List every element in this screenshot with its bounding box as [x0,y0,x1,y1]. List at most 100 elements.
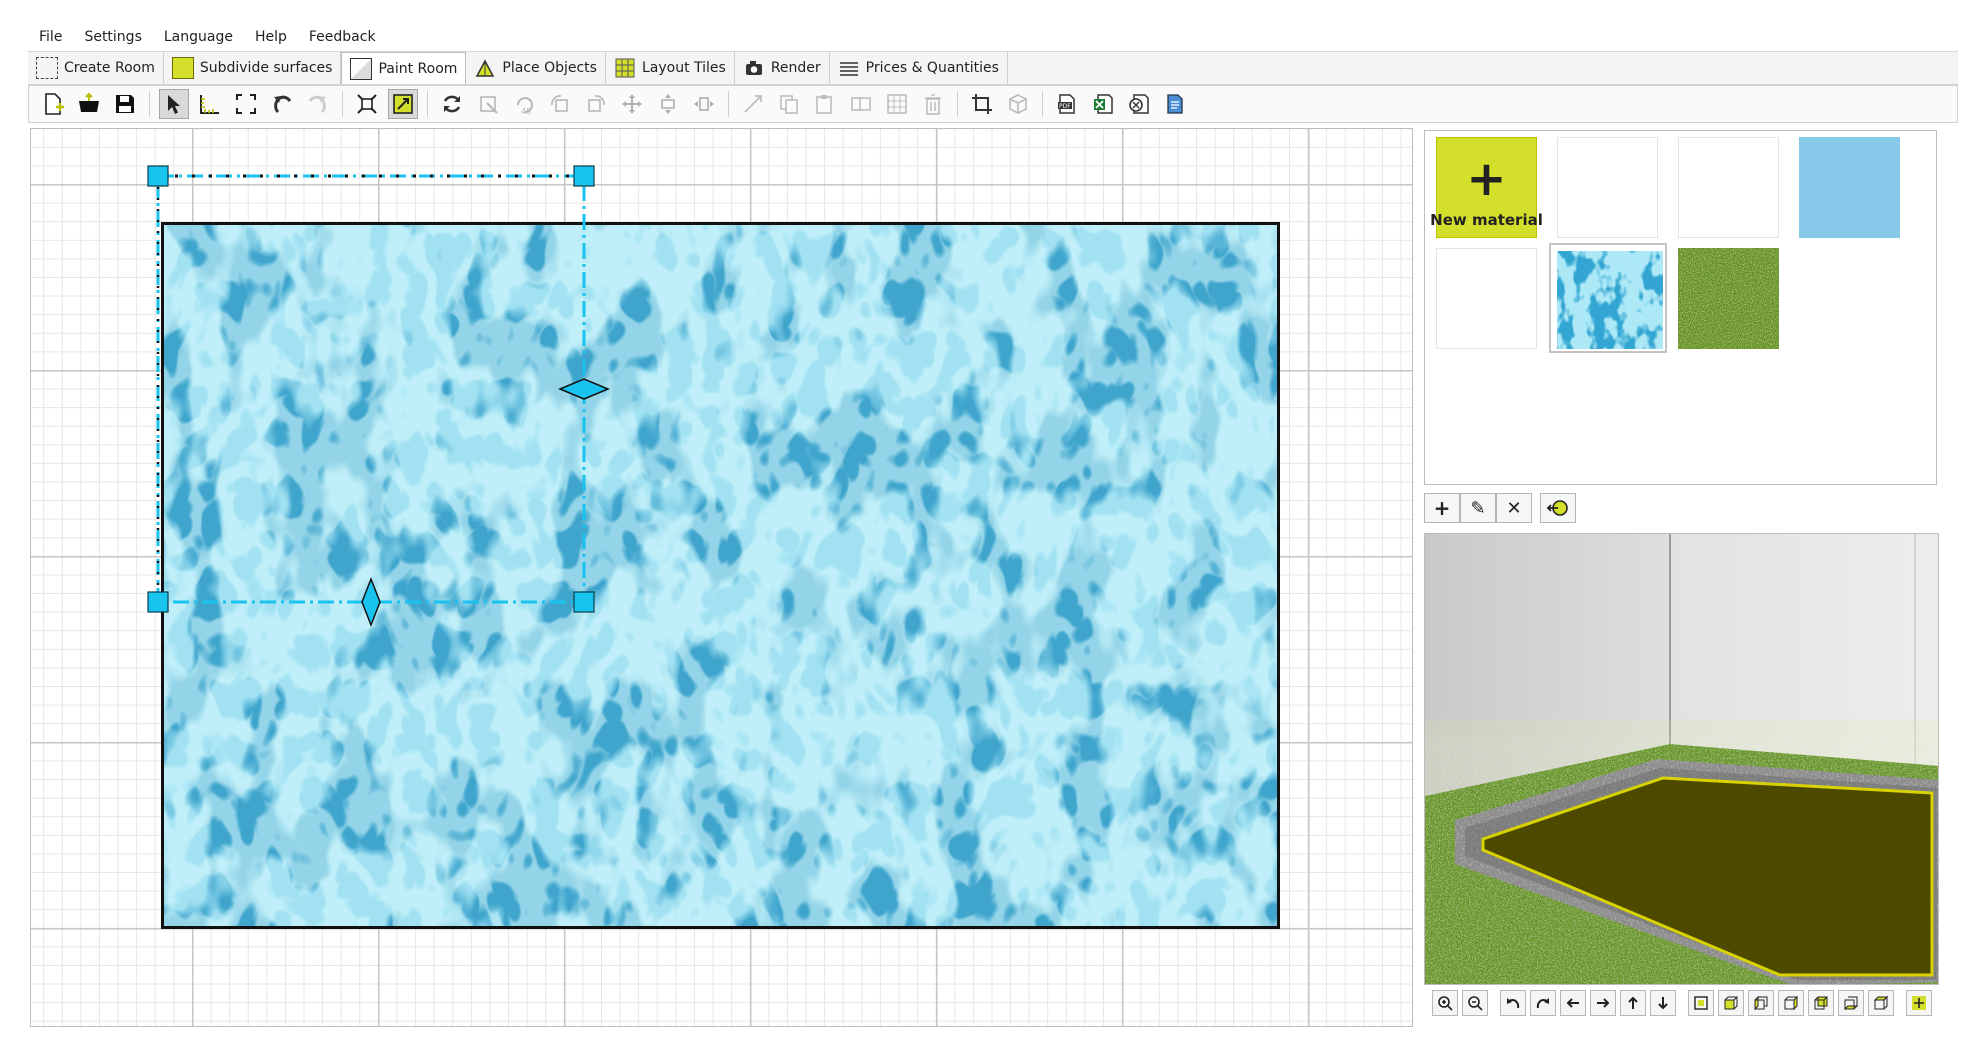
toolbar-separator [1042,91,1043,117]
cube-front-icon [1724,996,1738,1010]
move-button[interactable] [617,89,647,119]
save-icon [116,95,134,113]
view-left-button[interactable] [1748,990,1774,1016]
pointer-icon [168,95,180,114]
export-3d-button[interactable] [1124,89,1154,119]
3d-preview[interactable] [1424,533,1939,985]
duplicate-button[interactable] [846,89,876,119]
orbit-left-button[interactable] [1500,990,1526,1016]
menu-language[interactable]: Language [153,29,244,45]
view-top-icon [1694,996,1708,1010]
menu-file[interactable]: File [28,29,73,45]
subdivide-icon [171,57,194,79]
measure-tool-button[interactable] [195,89,225,119]
pan-down-button[interactable] [1650,990,1676,1016]
cube-left-icon [1754,995,1768,1011]
pan-up-button[interactable] [1620,990,1646,1016]
reset-view-button[interactable] [1906,990,1932,1016]
grid-button[interactable] [882,89,912,119]
tab-place-objects[interactable]: Place Objects [466,52,606,84]
move-vertical-button[interactable] [653,89,683,119]
refresh-button[interactable] [437,89,467,119]
pan-right-button[interactable] [1590,990,1616,1016]
tab-paint-room[interactable]: Paint Room [341,52,467,84]
document-icon [1167,94,1183,114]
pan-left-button[interactable] [1560,990,1586,1016]
rotate-right-button[interactable] [581,89,611,119]
view-back-button[interactable] [1808,990,1834,1016]
materials-panel: + New material [1424,130,1937,485]
tab-render[interactable]: Render [735,52,830,84]
view-front-button[interactable] [1718,990,1744,1016]
material-swatch-white-1[interactable] [1557,137,1658,238]
select-tool-button[interactable] [159,89,189,119]
undo-button[interactable] [267,89,297,119]
view-bottom-button[interactable] [1838,990,1864,1016]
svg-text:PDF: PDF [1059,103,1071,110]
new-material-label: New material [1430,211,1543,229]
material-swatch-grass[interactable] [1678,248,1779,349]
zoom-extent-button[interactable] [388,89,418,119]
delete-button[interactable] [918,89,948,119]
delete-material-button[interactable]: ✕ [1496,493,1532,523]
transform-button[interactable] [473,89,503,119]
floor-plan-canvas[interactable] [30,128,1413,1027]
open-file-button[interactable] [74,89,104,119]
view-top-button[interactable] [1688,990,1714,1016]
export-doc-button[interactable] [1160,89,1190,119]
3d-box-button[interactable] [1003,89,1033,119]
export-pdf-button[interactable]: PDF [1052,89,1082,119]
paint-room-icon [350,57,373,80]
tab-layout-tiles[interactable]: Layout Tiles [606,52,735,84]
rotate-left-button[interactable] [545,89,575,119]
create-room-icon [36,57,58,79]
new-file-button[interactable] [38,89,68,119]
zoom-out-button[interactable] [1462,990,1488,1016]
zoom-out-icon [1468,996,1483,1011]
new-material-button[interactable]: + New material [1430,137,1543,238]
fit-view-button[interactable] [352,89,382,119]
tab-subdivide-label: Subdivide surfaces [199,60,333,76]
resize-handle-top-right [573,165,595,187]
scale-button[interactable] [738,89,768,119]
plus-icon: + [1466,151,1507,207]
fit-selection-button[interactable] [231,89,261,119]
paste-button[interactable] [810,89,840,119]
crop-button[interactable] [967,89,997,119]
view-right-button[interactable] [1778,990,1804,1016]
zoom-in-icon [1438,996,1453,1011]
tab-create-room[interactable]: Create Room [28,52,164,84]
cube-right-icon [1784,995,1798,1011]
menu-help[interactable]: Help [244,29,298,45]
cube-back-icon [1814,996,1828,1010]
edit-material-button[interactable]: ✎ [1460,493,1496,523]
zoom-in-button[interactable] [1432,990,1458,1016]
toolbar-separator [957,91,958,117]
add-material-button[interactable]: + [1424,493,1460,523]
copy-button[interactable] [774,89,804,119]
rotate-45-button[interactable]: 45 [509,89,539,119]
tab-subdivide-surfaces[interactable]: Subdivide surfaces [164,52,342,84]
open-folder-icon [79,92,99,112]
orbit-right-button[interactable] [1530,990,1556,1016]
menu-feedback[interactable]: Feedback [298,29,387,45]
menu-settings[interactable]: Settings [73,29,152,45]
redo-button[interactable] [303,89,333,119]
material-swatch-light-blue[interactable] [1799,137,1900,238]
svg-text:45: 45 [521,107,531,115]
view-iso-button[interactable] [1868,990,1894,1016]
material-swatch-water[interactable] [1549,243,1667,353]
resize-handle-top-left [147,165,169,187]
move-icon [622,94,642,114]
export-excel-button[interactable] [1088,89,1118,119]
tab-prices-quantities[interactable]: Prices & Quantities [830,52,1008,84]
room-floor-water-texture[interactable] [161,222,1280,929]
excel-icon [1094,94,1113,114]
move-horizontal-icon [694,97,714,111]
material-swatch-white-3[interactable] [1436,248,1537,349]
material-swatch-white-2[interactable] [1678,137,1779,238]
move-horizontal-button[interactable] [689,89,719,119]
tab-render-label: Render [770,60,821,76]
save-button[interactable] [110,89,140,119]
apply-material-button[interactable] [1540,493,1576,523]
